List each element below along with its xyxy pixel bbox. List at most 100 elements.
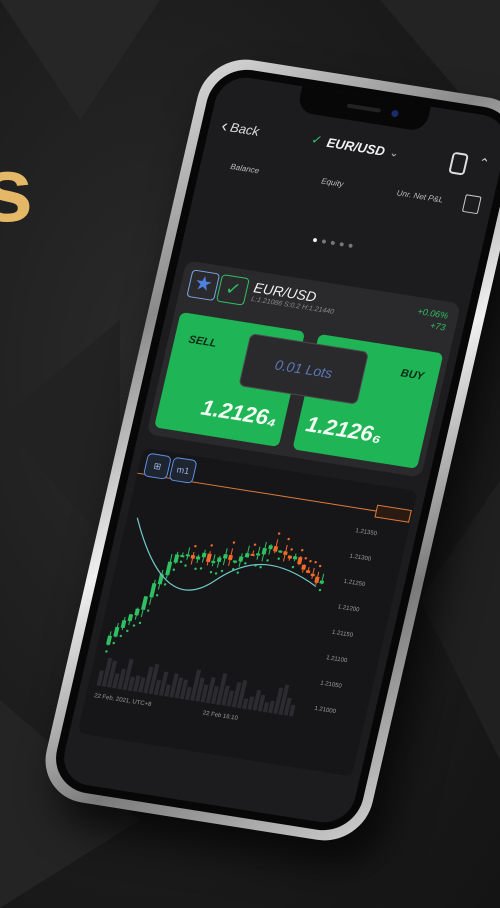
back-button[interactable]: ‹ Back	[219, 115, 261, 141]
check-icon: ✓	[309, 131, 324, 148]
sar-dot	[214, 572, 218, 575]
sar-dot	[210, 544, 213, 547]
document-icon[interactable]	[461, 194, 482, 215]
sar-dot	[277, 557, 280, 560]
candle	[185, 554, 191, 557]
candle	[314, 576, 320, 584]
candle	[297, 556, 303, 565]
sar-dot	[259, 565, 262, 569]
candle	[319, 580, 325, 584]
sar-dot	[220, 569, 224, 573]
page-dot	[321, 239, 327, 244]
x-tick-label: 22 Feb 16:10	[202, 710, 239, 721]
buy-price: 1.2126₆	[303, 411, 385, 448]
sar-dot	[287, 537, 290, 541]
candle	[113, 626, 120, 637]
sar-dot	[155, 594, 159, 597]
price-tag	[374, 504, 412, 523]
sell-price: 1.2126₄	[198, 394, 280, 432]
candle	[211, 560, 216, 564]
candle	[120, 619, 127, 629]
page-dot	[312, 237, 318, 243]
candle	[222, 553, 228, 559]
page-dot	[330, 240, 336, 246]
y-tick-label: 1.21350	[355, 528, 378, 537]
page-dot	[339, 242, 345, 247]
candle	[190, 554, 196, 559]
page-dot	[348, 243, 354, 249]
candle-wick	[186, 547, 191, 560]
sar-dot	[277, 532, 281, 535]
y-tick-label: 1.21000	[314, 706, 337, 715]
sar-dot	[232, 541, 236, 544]
chevron-up-icon[interactable]: ⌃	[477, 155, 491, 172]
candle	[310, 573, 315, 577]
sar-dot	[194, 545, 197, 548]
sar-dot	[126, 629, 129, 633]
sar-dot	[163, 583, 167, 586]
candle-wick	[311, 567, 315, 579]
page-indicator[interactable]	[187, 218, 478, 268]
sar-dot	[304, 557, 307, 560]
candle	[273, 545, 279, 552]
price-chart[interactable]: 1.21350 1.21300 1.21250 1.21200 1.21150 1.211…	[77, 447, 418, 777]
candle	[287, 555, 293, 559]
candle	[232, 560, 238, 563]
candle	[149, 583, 157, 598]
x-tick-label: 22 Feb, 2021, UTC+8	[93, 693, 152, 708]
price-change: +0.06% +73	[414, 305, 450, 333]
candle	[195, 556, 201, 560]
candle	[238, 556, 244, 562]
candle	[157, 573, 164, 585]
volume-bar	[164, 684, 171, 697]
sar-dot	[184, 564, 187, 567]
check-icon[interactable]: ✓	[215, 274, 250, 306]
candle	[283, 551, 288, 556]
sar-dot	[146, 609, 150, 612]
candle	[106, 635, 113, 646]
candle	[305, 570, 311, 574]
y-tick-label: 1.21050	[320, 680, 343, 689]
sar-dot	[314, 560, 317, 564]
headline-fragment: s	[0, 139, 34, 241]
back-label: Back	[228, 119, 261, 139]
chevron-down-icon: ⌄	[388, 146, 401, 160]
sar-dot	[132, 624, 136, 627]
sar-dot	[194, 567, 197, 570]
y-tick-label: 1.21300	[349, 553, 372, 562]
candle-wick	[256, 546, 261, 560]
star-icon[interactable]: ★	[186, 269, 221, 302]
volume-bar	[288, 704, 296, 717]
equity-label: Equity	[320, 176, 345, 189]
candle	[165, 561, 173, 576]
buy-label: BUY	[399, 367, 426, 383]
candle	[278, 550, 283, 553]
sar-dot	[179, 560, 183, 563]
candle	[201, 552, 207, 558]
sar-dot	[253, 543, 257, 546]
candle	[134, 608, 140, 616]
candle	[301, 564, 307, 570]
sar-dot	[301, 549, 304, 552]
candle	[244, 552, 250, 558]
database-icon[interactable]	[448, 151, 469, 176]
candle	[180, 554, 185, 558]
symbol-label: EUR/USD	[325, 134, 387, 159]
sar-dot	[309, 560, 312, 563]
candle	[261, 547, 267, 555]
candle	[250, 553, 255, 557]
candle	[227, 554, 234, 561]
sar-dot	[138, 621, 142, 625]
candle	[205, 553, 212, 563]
sar-dot	[199, 567, 203, 570]
sar-dot	[119, 634, 122, 638]
y-tick-label: 1.21150	[331, 630, 354, 639]
symbol-selector[interactable]: ✓ EUR/USD ⌄	[310, 131, 401, 160]
candle	[292, 556, 298, 560]
candle	[141, 596, 149, 611]
balance-label: Balance	[229, 161, 261, 175]
y-tick-label: 1.21250	[343, 579, 366, 588]
pnl-label: Unr. Net P&L	[395, 187, 445, 205]
sar-dot	[172, 568, 176, 571]
sar-dot	[105, 650, 108, 653]
